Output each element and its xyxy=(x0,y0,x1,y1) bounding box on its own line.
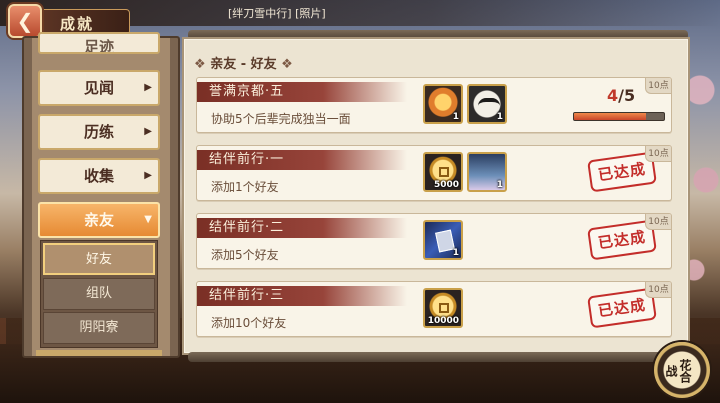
nav-item-training[interactable]: 历练 ▶ xyxy=(38,114,160,150)
nav-item-collection[interactable]: 收集 ▶ xyxy=(38,158,160,194)
achievement-card[interactable]: 结伴前行·一 添加1个好友 5000 1 已达成 10点 xyxy=(196,145,672,201)
progress-current: 4 xyxy=(607,86,619,105)
points-badge: 10点 xyxy=(645,282,671,298)
nav-item-label: 收集 xyxy=(83,167,114,185)
points-badge: 10点 xyxy=(645,78,671,94)
section-title-text: 亲友 - 好友 xyxy=(210,57,277,72)
achievement-title: 结伴前行·三 xyxy=(197,286,407,306)
back-button[interactable]: ❮ xyxy=(8,4,42,38)
mask-eyes xyxy=(478,98,500,108)
progress-total: /5 xyxy=(618,86,636,105)
achievement-title: 结伴前行·二 xyxy=(197,218,407,238)
progress-bar xyxy=(573,112,665,121)
subnav-item-label: 阴阳寮 xyxy=(79,320,119,335)
subnav-item-label: 好友 xyxy=(85,252,112,267)
subnav-item-team[interactable]: 组队 xyxy=(43,278,155,310)
reward-quantity: 10000 xyxy=(427,316,459,326)
achievement-title: 结伴前行·一 xyxy=(197,150,407,170)
nav-item-label: 历练 xyxy=(83,123,114,141)
scroll-rod-bottom xyxy=(188,352,688,362)
reward-quantity: 1 xyxy=(452,248,459,258)
triangle-right-icon: ▶ xyxy=(144,126,152,137)
achievement-description: 添加10个好友 xyxy=(211,316,287,330)
nav-bottom-trim xyxy=(36,350,162,356)
reward-list: 10000 xyxy=(423,288,463,328)
summon-card-icon[interactable]: 1 xyxy=(423,220,463,260)
nav-item-footprints[interactable]: 足迹 xyxy=(38,32,160,54)
achievement-card[interactable]: 结伴前行·二 添加5个好友 1 已达成 10点 xyxy=(196,213,672,269)
reward-list: 5000 1 xyxy=(423,152,507,192)
subnav-item-label: 组队 xyxy=(85,286,112,301)
reward-quantity: 5000 xyxy=(433,180,459,190)
triangle-down-icon: ▼ xyxy=(144,214,152,225)
hanafuda-label: 花合战 xyxy=(664,359,692,383)
subnav-item-guild[interactable]: 阴阳寮 xyxy=(43,312,155,344)
progress-text: 4/5 xyxy=(607,86,635,105)
nav-item-label: 亲友 xyxy=(83,211,114,229)
friends-subnav: 好友 组队 阴阳寮 xyxy=(40,240,158,348)
points-badge: 10点 xyxy=(645,146,671,162)
subnav-item-friend[interactable]: 好友 xyxy=(43,243,155,275)
hanafuda-battle-button[interactable]: 花合战 xyxy=(654,342,710,398)
achievement-board: ❖ 亲友 - 好友 ❖ 誉满京都·五 协助5个后辈完成独当一面 1 1 4/5 … xyxy=(182,37,690,355)
section-title: ❖ 亲友 - 好友 ❖ xyxy=(194,53,293,72)
reward-list: 1 xyxy=(423,220,463,260)
chevron-left-icon: ❮ xyxy=(16,9,34,33)
category-nav: 足迹 见闻 ▶ 历练 ▶ 收集 ▶ 亲友 ▼ 好友 组队 阴阳寮 xyxy=(22,32,180,358)
coin-hole xyxy=(439,167,449,177)
triangle-right-icon: ▶ xyxy=(144,82,152,93)
page-title: 成就 xyxy=(60,15,95,33)
triangle-right-icon: ▶ xyxy=(144,170,152,181)
gold-coin-icon[interactable]: 10000 xyxy=(423,288,463,328)
progress-bar-fill xyxy=(574,113,646,120)
daruma-mask-icon[interactable]: 1 xyxy=(467,84,507,124)
achievement-description: 添加1个好友 xyxy=(211,180,279,194)
achievement-card[interactable]: 结伴前行·三 添加10个好友 10000 已达成 10点 xyxy=(196,281,672,337)
gold-coin-icon[interactable]: 5000 xyxy=(423,152,463,192)
nav-item-label: 见闻 xyxy=(83,79,114,97)
reward-quantity: 1 xyxy=(496,180,503,190)
nav-item-insight[interactable]: 见闻 ▶ xyxy=(38,70,160,106)
nav-item-friends[interactable]: 亲友 ▼ xyxy=(38,202,160,238)
shikigami-portrait-icon[interactable]: 1 xyxy=(467,152,507,192)
diamond-icon: ❖ xyxy=(281,57,293,72)
gift-bag-icon[interactable]: 1 xyxy=(423,84,463,124)
reward-list: 1 1 xyxy=(423,84,507,124)
chat-ticker[interactable]: [绊刀雪中行] [照片] xyxy=(228,5,326,21)
coin-hole xyxy=(439,303,449,313)
achievement-description: 添加5个好友 xyxy=(211,248,279,262)
reward-quantity: 1 xyxy=(452,112,459,122)
diamond-icon: ❖ xyxy=(194,57,206,72)
achievement-description: 协助5个后辈完成独当一面 xyxy=(211,112,351,126)
achievement-title: 誉满京都·五 xyxy=(197,82,407,102)
points-badge: 10点 xyxy=(645,214,671,230)
reward-quantity: 1 xyxy=(496,112,503,122)
achievement-card[interactable]: 誉满京都·五 协助5个后辈完成独当一面 1 1 4/5 10点 xyxy=(196,77,672,133)
nav-item-label: 足迹 xyxy=(83,38,114,54)
